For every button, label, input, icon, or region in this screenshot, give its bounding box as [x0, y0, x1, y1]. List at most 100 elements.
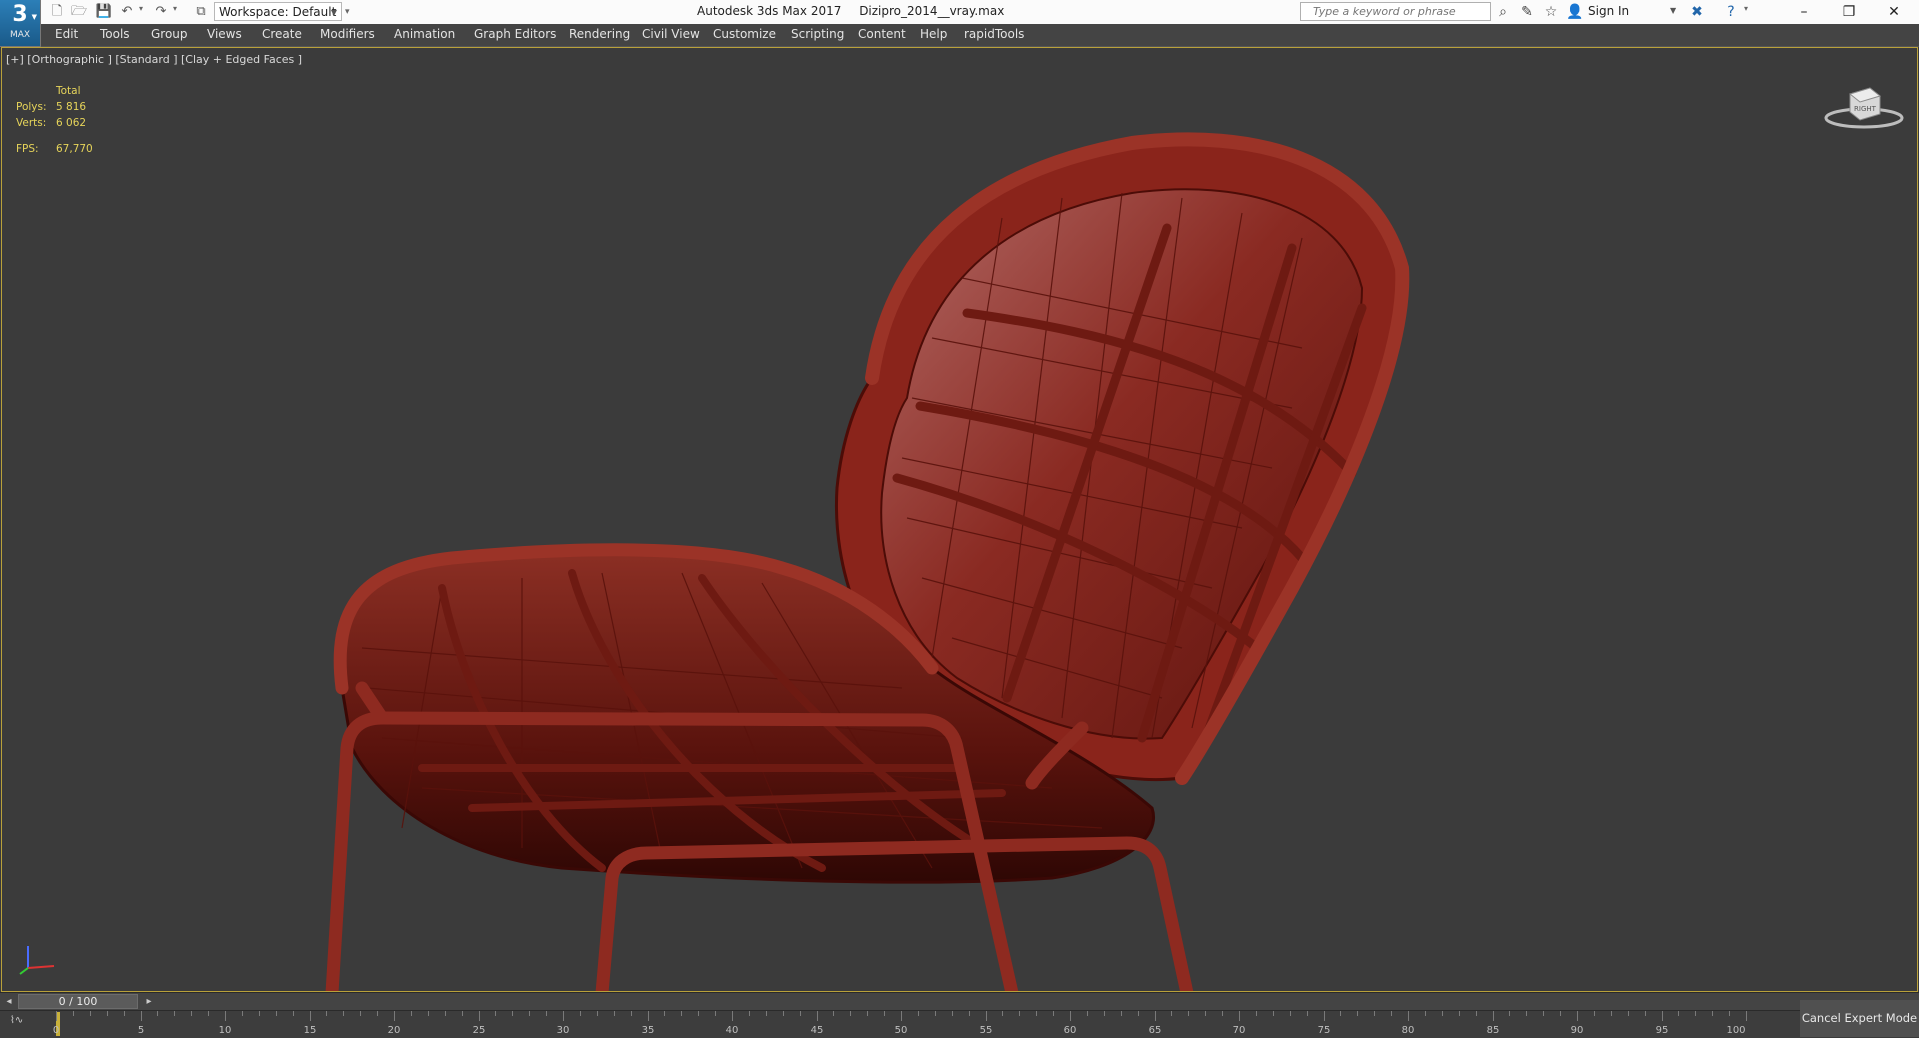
application-menu-button[interactable]: 3 MAX ▼	[0, 0, 41, 47]
project-folder-icon[interactable]: ⧉	[192, 3, 210, 21]
timeline-tick	[360, 1011, 361, 1016]
timeline-tick-label: 45	[810, 1025, 824, 1036]
timeline-ruler[interactable]: 0 5 10 15 20 25 30 35 40 45 50 55 60 65 70 75 80 85 90 95 10…	[53, 1011, 1747, 1038]
menu-edit[interactable]: Edit	[55, 27, 78, 41]
minimize-icon[interactable]: –	[1781, 0, 1827, 24]
timeline-tick	[664, 1011, 665, 1016]
menu-views[interactable]: Views	[207, 27, 242, 41]
viewcube-icon[interactable]: RIGHT	[1822, 76, 1908, 134]
timeline-tick	[884, 1011, 885, 1016]
file-name: Dizipro_2014__vray.max	[859, 4, 1005, 18]
timeline-tick	[901, 1011, 902, 1021]
menu-modifiers[interactable]: Modifiers	[320, 27, 375, 41]
timeline-tick	[1678, 1011, 1679, 1016]
menu-content[interactable]: Content	[858, 27, 906, 41]
axis-tripod-icon	[19, 946, 55, 975]
sign-in-link[interactable]: Sign In	[1588, 4, 1629, 18]
timeline-tick	[631, 1011, 632, 1016]
timeline-tick	[1019, 1011, 1020, 1016]
viewport-label-menu[interactable]: [+] [Orthographic ] [Standard ] [Clay + …	[6, 53, 302, 66]
timeline-tick	[1087, 1011, 1088, 1016]
help-dropdown-icon[interactable]: ▾	[1744, 4, 1748, 13]
undo-dropdown-icon[interactable]: ▾	[139, 4, 143, 13]
stats-header: Total	[56, 85, 81, 97]
workspace-dropdown[interactable]: Workspace: Default ▼	[214, 2, 342, 21]
search-input[interactable]	[1313, 3, 1488, 20]
menu-tools[interactable]: Tools	[100, 27, 130, 41]
timeline-tick	[580, 1011, 581, 1016]
help-icon[interactable]: ?	[1722, 3, 1740, 21]
menu-rapidtools[interactable]: rapidTools	[964, 27, 1024, 41]
redo-icon[interactable]: ↷	[152, 3, 170, 21]
timeline-tick	[1002, 1011, 1003, 1016]
search-box[interactable]	[1300, 2, 1491, 21]
timeline-tick	[73, 1011, 74, 1016]
timeline-tick	[1290, 1011, 1291, 1016]
open-folder-icon[interactable]: 🗁	[70, 3, 88, 21]
timeline-tick	[1256, 1011, 1257, 1016]
time-slider[interactable]: 0 / 100	[18, 994, 138, 1009]
menu-customize[interactable]: Customize	[713, 27, 776, 41]
timeline-tick	[1543, 1011, 1544, 1016]
curve-editor-icon[interactable]: ⌇∿	[10, 1015, 23, 1026]
timeline-tick	[1712, 1011, 1713, 1016]
timeline-tick	[952, 1011, 953, 1016]
menu-civil-view[interactable]: Civil View	[642, 27, 700, 41]
menu-animation[interactable]: Animation	[394, 27, 455, 41]
timeline-tick	[259, 1011, 260, 1016]
timeline-tick	[276, 1011, 277, 1016]
save-icon[interactable]: 💾	[95, 3, 113, 21]
chevron-down-icon[interactable]: ▼	[1670, 6, 1676, 15]
timeline-tick	[749, 1011, 750, 1016]
menu-graph-editors[interactable]: Graph Editors	[474, 27, 556, 41]
timeline-tick	[597, 1011, 598, 1016]
viewport-orthographic[interactable]: [+] [Orthographic ] [Standard ] [Clay + …	[1, 47, 1918, 992]
previous-frame-icon[interactable]: ◂	[2, 994, 16, 1010]
track-bar[interactable]: ⌇∿ 0 5 10 15 20 25 30 35 40 45 50 55 60 65 70 75 80 85 90 9…	[0, 1010, 1800, 1038]
timeline-tick-label: 60	[1063, 1025, 1077, 1036]
timeline-tick-label: 85	[1486, 1025, 1500, 1036]
timeline-tick	[174, 1011, 175, 1016]
timeline-tick	[783, 1011, 784, 1016]
timeline-tick-label: 40	[725, 1025, 739, 1036]
timeline-tick	[1509, 1011, 1510, 1016]
timeline-tick	[1746, 1011, 1747, 1021]
timeline-tick	[495, 1011, 496, 1016]
menu-group[interactable]: Group	[151, 27, 188, 41]
fps-value: 67,770	[56, 143, 93, 155]
close-icon[interactable]: ✕	[1871, 0, 1917, 24]
timeline-tick	[1171, 1011, 1172, 1016]
viewcube-face-label: RIGHT	[1854, 105, 1877, 113]
timeline-tick-label: 90	[1570, 1025, 1584, 1036]
new-file-icon[interactable]: 🗋	[48, 3, 66, 21]
timeline-tick	[293, 1011, 294, 1016]
timeline-tick	[411, 1011, 412, 1016]
timeline-tick	[326, 1011, 327, 1016]
timeline-tick	[833, 1011, 834, 1016]
app-title: Autodesk 3ds Max 2017	[697, 4, 842, 18]
menu-help[interactable]: Help	[920, 27, 947, 41]
restore-icon[interactable]: ❐	[1826, 0, 1872, 24]
customize-quick-access-icon[interactable]: ▾	[345, 3, 357, 21]
communication-center-icon[interactable]: ✎	[1518, 3, 1536, 21]
undo-icon[interactable]: ↶	[118, 3, 136, 21]
next-frame-icon[interactable]: ▸	[142, 994, 156, 1010]
timeline-tick	[428, 1011, 429, 1016]
binoculars-icon[interactable]: ⌕	[1494, 3, 1512, 21]
timeline-tick	[1645, 1011, 1646, 1016]
timeline-tick	[648, 1011, 649, 1021]
timeline-tick	[343, 1011, 344, 1016]
timeline-tick	[1577, 1011, 1578, 1021]
redo-dropdown-icon[interactable]: ▾	[173, 4, 177, 13]
timeline-tick-label: 70	[1232, 1025, 1246, 1036]
cancel-expert-mode-button[interactable]: Cancel Expert Mode	[1800, 1000, 1919, 1037]
favorites-star-icon[interactable]: ☆	[1542, 3, 1560, 21]
timeline-tick	[1036, 1011, 1037, 1016]
timeline-tick	[918, 1011, 919, 1016]
timeline-tick	[1222, 1011, 1223, 1016]
menu-scripting[interactable]: Scripting	[791, 27, 844, 41]
workspace-label: Workspace: Default	[219, 5, 337, 19]
menu-rendering[interactable]: Rendering	[569, 27, 630, 41]
menu-create[interactable]: Create	[262, 27, 302, 41]
exchange-apps-icon[interactable]: ✖	[1688, 3, 1706, 21]
